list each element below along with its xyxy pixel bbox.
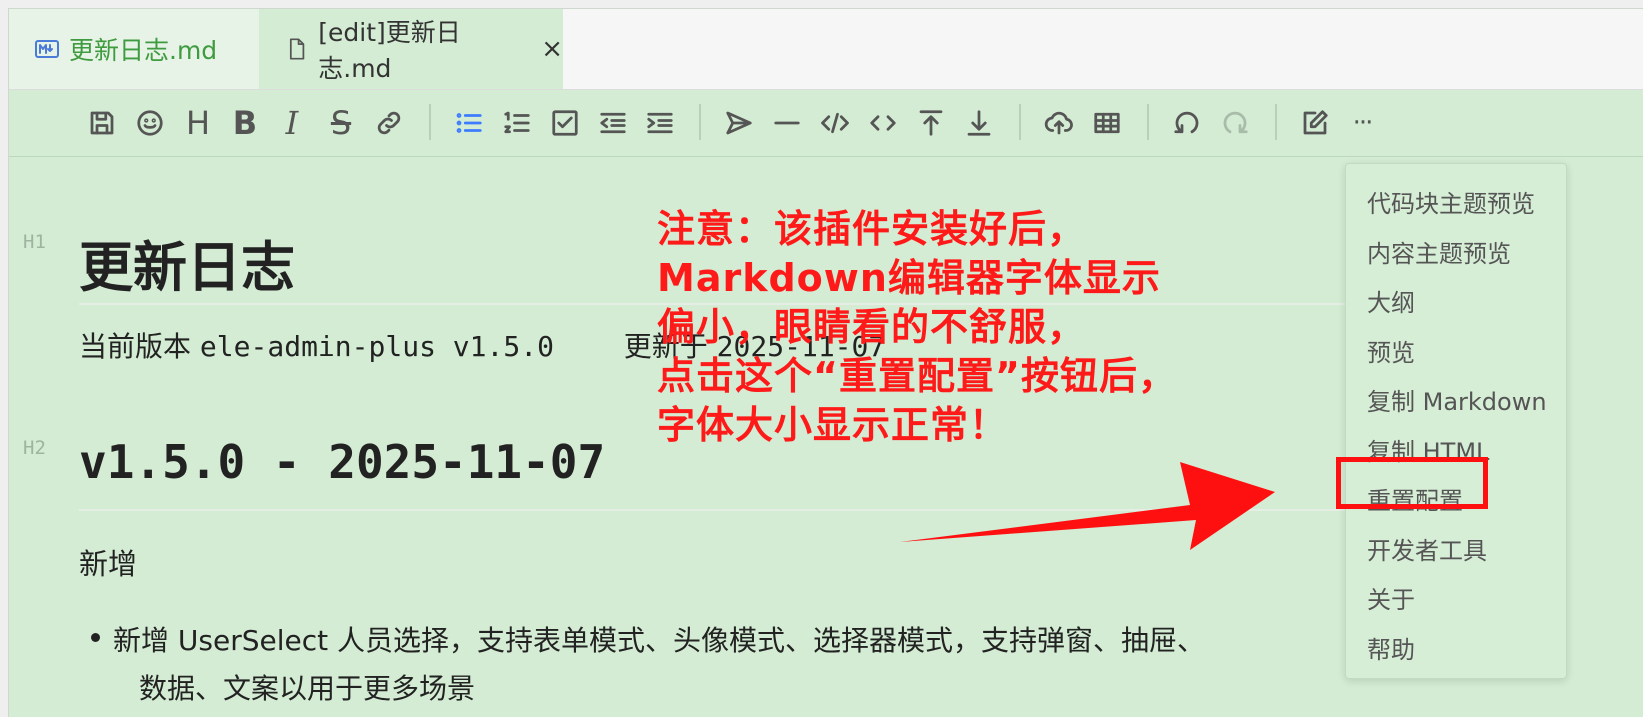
annotation-note: 注意：该插件安装好后， Markdown编辑器字体显示 偏小，眼睛看的不舒服， …	[657, 207, 1177, 447]
